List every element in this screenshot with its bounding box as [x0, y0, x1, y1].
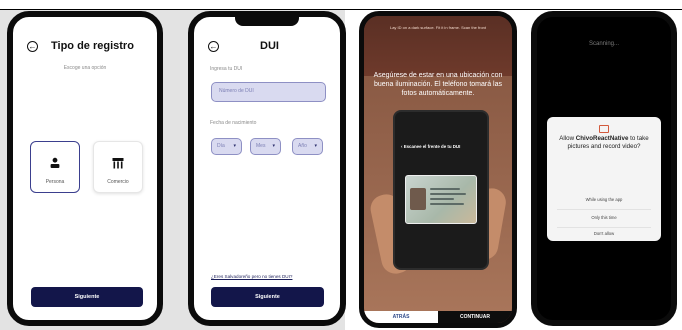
inner-scan-title-text: Escanee el frente de tu DUI: [403, 144, 461, 149]
inner-phone-image: ‹ Escanee el frente de tu DUI: [393, 110, 489, 270]
page-title: DUI: [260, 40, 279, 52]
option-comercio-label: Comercio: [107, 179, 129, 185]
id-photo: [410, 188, 426, 210]
phone-dui: ← DUI Ingresa tu DUI Número de DUI Fecha…: [188, 11, 346, 326]
next-button[interactable]: Siguiente: [211, 287, 324, 307]
back-button[interactable]: ATRÁS: [364, 311, 438, 323]
back-arrow-icon[interactable]: ←: [27, 41, 38, 52]
option-comercio-card[interactable]: Comercio: [93, 141, 143, 193]
page-subtitle: Escoge una opción: [63, 65, 107, 71]
option-persona-card[interactable]: Persona: [30, 141, 80, 193]
day-select[interactable]: Día ▾: [211, 138, 242, 155]
person-icon: [49, 156, 61, 174]
month-select[interactable]: Mes ▾: [250, 138, 281, 155]
deny-button[interactable]: Don't allow: [547, 231, 661, 236]
scan-instruction: Asegúrese de estar en una ubicación con …: [373, 72, 503, 97]
phone-scan: Lay ID on a dark surface. Fit it in fram…: [359, 11, 517, 328]
scanning-status: Scanning...: [588, 41, 620, 47]
year-select-value: Año: [298, 143, 307, 149]
continue-button[interactable]: CONTINUAR: [438, 311, 512, 323]
chevron-down-icon: ▾: [272, 143, 275, 149]
store-icon: [112, 156, 125, 174]
birth-date-label: Fecha de nacimiento: [210, 120, 257, 126]
chevron-down-icon: ▾: [233, 143, 236, 149]
permission-dialog: Allow ChivoReactNative to take pictures …: [547, 117, 661, 241]
scan-hint: Lay ID on a dark surface. Fit it in fram…: [389, 25, 487, 30]
allow-while-using-button[interactable]: While using the app: [547, 197, 661, 202]
chevron-down-icon: ▾: [314, 143, 317, 149]
phone-notch: [235, 17, 299, 26]
month-select-value: Mes: [256, 143, 266, 149]
app-name: ChivoReactNative: [575, 135, 629, 142]
next-button[interactable]: Siguiente: [31, 287, 143, 307]
allow-once-button[interactable]: Only this time: [547, 215, 661, 220]
option-persona-label: Persona: [45, 179, 65, 185]
id-text-lines: [430, 188, 470, 208]
video-camera-icon: [599, 125, 609, 133]
permission-dialog-title: Allow ChivoReactNative to take pictures …: [553, 135, 655, 151]
option-divider: [557, 209, 651, 210]
back-arrow-icon[interactable]: ←: [208, 41, 219, 52]
phone-registro: ← Tipo de registro Escoge una opción Per…: [7, 11, 163, 326]
id-card-image: [405, 175, 477, 224]
inner-scan-title: ‹ Escanee el frente de tu DUI: [401, 144, 461, 149]
dui-input[interactable]: Número de DUI: [211, 82, 326, 102]
day-select-value: Día: [217, 143, 225, 149]
page-title: Tipo de registro: [51, 40, 134, 52]
year-select[interactable]: Año ▾: [292, 138, 323, 155]
dialog-prefix: Allow: [559, 135, 576, 142]
bottom-action-bar: ATRÁS CONTINUAR: [364, 311, 512, 323]
option-divider: [557, 227, 651, 228]
dui-label: Ingresa tu DUI: [210, 66, 243, 72]
phone-permission: Scanning... Allow ChivoReactNative to ta…: [531, 11, 677, 326]
no-dui-link[interactable]: ¿Eres Salvadoreño pero no tienes DUI?: [211, 274, 292, 279]
